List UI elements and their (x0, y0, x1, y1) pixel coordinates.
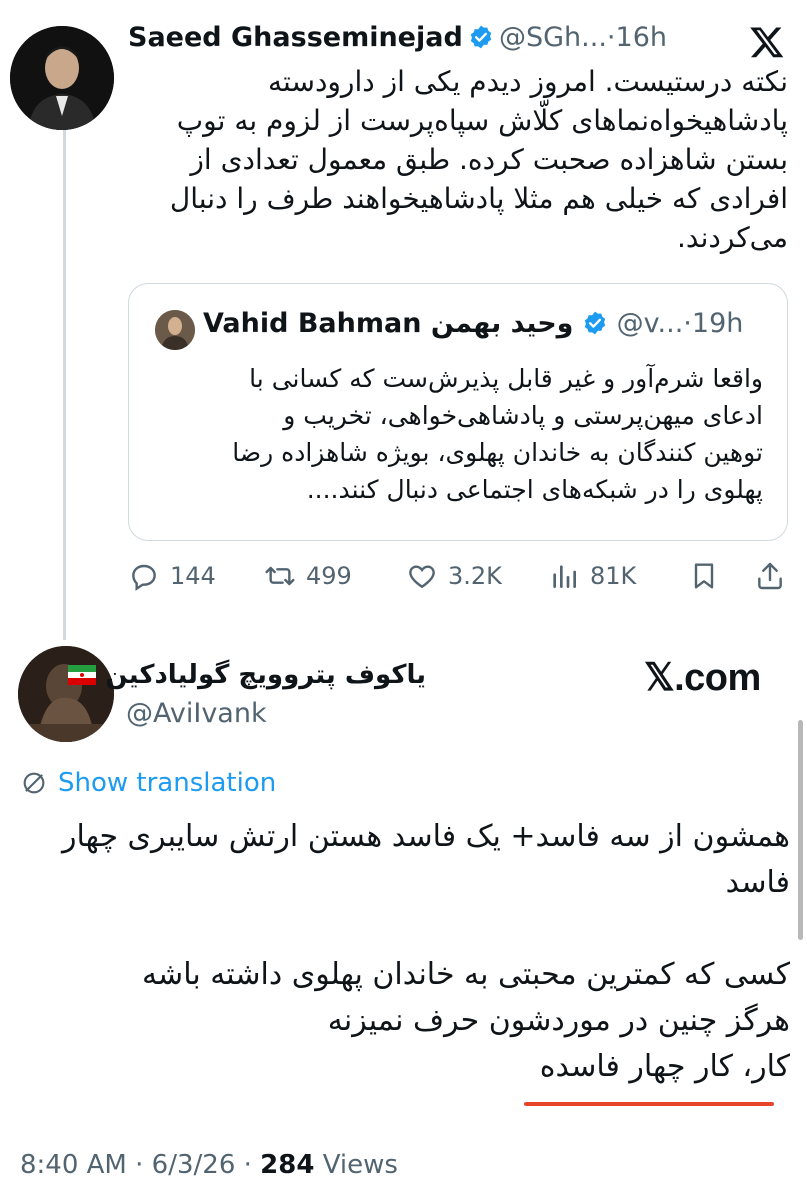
show-translation-link[interactable]: Show translation (20, 768, 276, 798)
tweet-body: نکته درستیست. امروز دیدم یکی از دارودسته… (128, 62, 788, 257)
quoted-tweet-time: 19h (691, 308, 744, 339)
reply-footer: 8:40 AM · 6/3/26 · 284 Views (20, 1150, 398, 1180)
reply-text-line: همشون از سه فاسد+ یک فاسد هستن ارتش سایب… (62, 819, 790, 854)
tweet-text-line: پادشاهیخواه‌نماهای کلّاش سپاه‌پرست از لز… (176, 104, 788, 137)
highlight-underline (524, 1102, 774, 1106)
quoted-text-line: توهین کنندگان به خاندان پهلوی، بویژه شاه… (232, 438, 763, 467)
x-com-brand: 𝕏.com (644, 657, 761, 699)
like-button[interactable]: 3.2K (406, 560, 502, 592)
x-logo-icon[interactable] (749, 24, 785, 60)
reply-button[interactable]: 144 (128, 560, 216, 592)
author-name[interactable]: Saeed Ghasseminejad (128, 22, 463, 53)
quoted-text-line: ادعای میهن‌پرستی و پادشاهی‌خواهی، تخریب … (283, 401, 763, 430)
tweet-header: Saeed Ghasseminejad @SGh...·16h (128, 22, 788, 62)
profile-photo-icon (155, 310, 195, 350)
analytics-icon (553, 565, 576, 588)
tweet-text-line: نکته درستیست. امروز دیدم یکی از دارودسته (268, 65, 788, 98)
retweet-count: 499 (306, 562, 352, 590)
reply-text-line: کار، کار چهار فاسده (539, 1049, 790, 1084)
share-button[interactable] (754, 560, 786, 592)
quoted-author-name[interactable]: Vahid Bahman وحید بهمن (203, 308, 573, 339)
verified-badge-icon (470, 25, 492, 49)
reply-author-handle[interactable]: @AviIvank (126, 698, 267, 729)
quoted-avatar[interactable] (155, 310, 195, 350)
reply-text-line: هرگز چنین در موردشون حرف نمیزنه (327, 1003, 790, 1038)
verified-badge-icon (584, 311, 606, 335)
separator-dot: · (683, 308, 692, 339)
retweet-button[interactable]: 499 (264, 560, 352, 592)
quoted-author-handle[interactable]: @v... (617, 308, 684, 339)
profile-photo-icon (10, 26, 114, 130)
views-count: 81K (590, 562, 637, 590)
scrollbar[interactable] (798, 720, 803, 940)
bookmark-button[interactable] (688, 560, 720, 592)
separator-dot: · (135, 1150, 144, 1180)
like-count: 3.2K (448, 562, 502, 590)
quoted-text-line: واقعا شرم‌آور و غیر قابل پذیرش‌ست که کسا… (249, 364, 763, 393)
separator-dot: · (606, 22, 616, 53)
tweet-action-bar: 144 499 3.2K 81K (128, 560, 788, 600)
reply-views-label: Views (322, 1150, 398, 1180)
reply-date[interactable]: 6/3/26 (152, 1150, 236, 1180)
reply-text-line: کسی که کمترین محبتی به خاندان پهلوی داشت… (141, 957, 790, 992)
reply-count: 144 (170, 562, 216, 590)
tweet-text-line: می‌کردند. (677, 221, 788, 254)
reply-author-row: یاکوف پتروویچ گولیادکین (68, 660, 426, 690)
thread-connector-line (63, 122, 66, 640)
quoted-text-line: پهلوی را در شبکه‌های اجتماعی دنبال کنند.… (306, 475, 763, 504)
reply-views-count: 284 (260, 1150, 315, 1180)
quoted-tweet[interactable]: Vahid Bahman وحید بهمن @v...·19h واقعا ش… (128, 283, 788, 541)
globe-off-icon (23, 772, 45, 794)
reply-text-line: فاسد (725, 865, 790, 900)
retweet-icon (265, 566, 295, 586)
reply-icon (132, 564, 156, 591)
separator-dot: · (243, 1150, 252, 1180)
reply-author-name[interactable]: یاکوف پتروویچ گولیادکین (105, 660, 426, 690)
reply-body: همشون از سه فاسد+ یک فاسد هستن ارتش سایب… (20, 814, 790, 1090)
tweet-text-line: بستن شاهزاده صحبت کرده. طبق معمول تعدادی… (190, 143, 788, 176)
views-button[interactable]: 81K (548, 560, 636, 592)
share-icon (758, 562, 782, 590)
author-handle[interactable]: @SGh... (499, 22, 607, 53)
reply-time[interactable]: 8:40 AM (20, 1150, 127, 1180)
tweet-time[interactable]: 16h (616, 22, 667, 53)
avatar[interactable] (10, 26, 114, 130)
heart-icon (409, 565, 435, 589)
iran-flag-icon (68, 665, 97, 685)
quoted-body: واقعا شرم‌آور و غیر قابل پذیرش‌ست که کسا… (149, 360, 763, 508)
show-translation-label[interactable]: Show translation (58, 768, 276, 798)
tweet-text-line: افرادی که خیلی هم مثلا پادشاهیخواهند طرف… (169, 182, 788, 215)
quoted-header: Vahid Bahman وحید بهمن @v...·19h (203, 308, 773, 339)
bookmark-icon (694, 563, 714, 589)
